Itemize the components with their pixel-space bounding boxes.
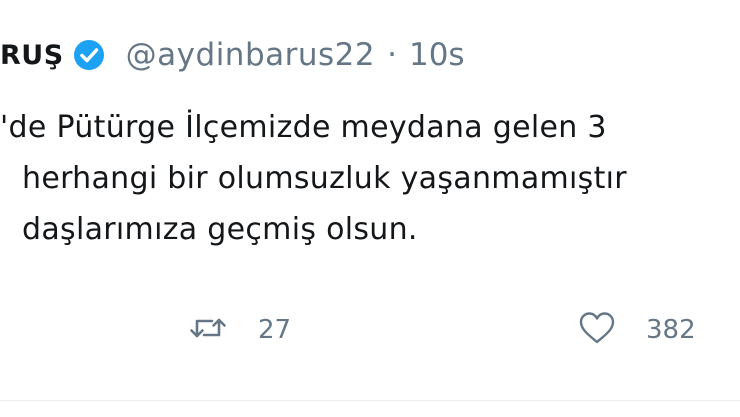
divider bbox=[0, 400, 740, 401]
tweet-text: 'de Pütürge İlçemizde meydana gelen 3 he… bbox=[0, 102, 740, 255]
tweet-text-line: herhangi bir olumsuzluk yaşanmamıştır bbox=[22, 161, 627, 196]
tweet-actions: 27 382 bbox=[0, 300, 740, 360]
retweet-button[interactable]: 27 bbox=[188, 300, 291, 360]
verified-badge-icon bbox=[73, 40, 104, 70]
retweet-count: 27 bbox=[258, 315, 292, 345]
tweet-text-line: 'de Pütürge İlçemizde meydana gelen 3 bbox=[0, 110, 607, 145]
retweet-icon bbox=[188, 313, 228, 347]
separator-dot: · bbox=[387, 37, 397, 73]
tweet-text-line: daşlarımıza geçmiş olsun. bbox=[22, 212, 418, 247]
tweet-timestamp[interactable]: 10s bbox=[409, 37, 465, 73]
tweet-card[interactable]: RUŞ @aydinbarus22 · 10s 'de Pütürge İlçe… bbox=[0, 0, 740, 417]
heart-icon bbox=[578, 311, 616, 349]
author-handle[interactable]: @aydinbarus22 bbox=[126, 37, 375, 73]
like-count: 382 bbox=[646, 315, 696, 345]
author-name[interactable]: RUŞ bbox=[0, 40, 64, 71]
tweet-header: RUŞ @aydinbarus22 · 10s bbox=[0, 30, 465, 80]
like-button[interactable]: 382 bbox=[578, 300, 696, 360]
